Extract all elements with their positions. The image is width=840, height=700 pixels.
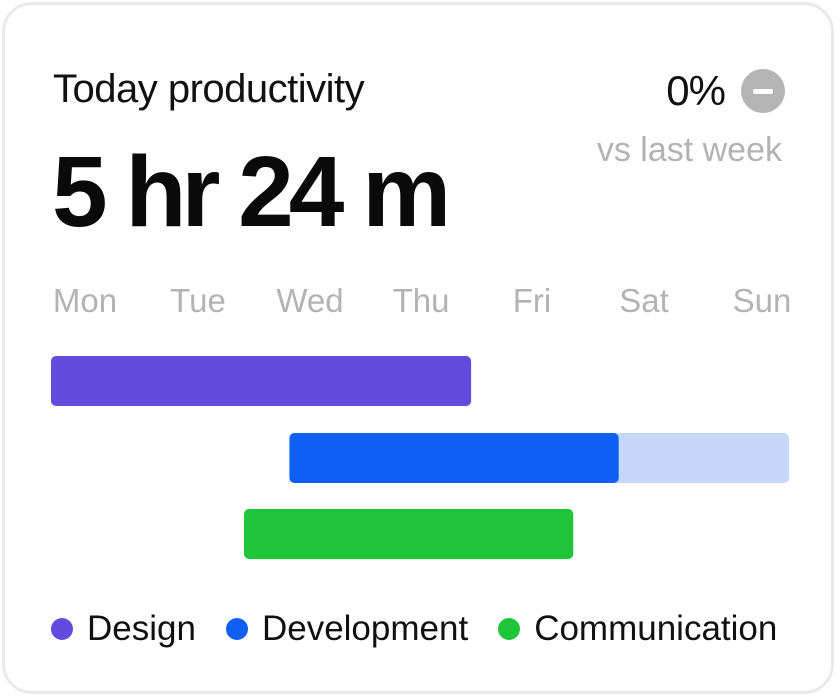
legend-label-communication: Communication: [534, 609, 778, 648]
legend-dot-design: [51, 618, 73, 640]
legend-label-design: Design: [87, 609, 196, 648]
chart-legend: Design Development Communication: [51, 608, 777, 650]
day-label-sun: Sun: [733, 282, 792, 319]
bar-design: [51, 356, 472, 406]
legend-item-design: Design: [51, 608, 196, 650]
legend-label-development: Development: [261, 609, 469, 648]
day-label-fri: Fri: [513, 282, 551, 319]
day-label-mon: Mon: [53, 282, 117, 319]
day-label-wed: Wed: [276, 282, 343, 319]
legend-dot-development: [225, 618, 248, 640]
day-label-tue: Tue: [170, 282, 226, 319]
bar-development: [289, 433, 619, 483]
legend-item-communication: Communication: [498, 608, 777, 650]
productivity-timeline-chart: Mon Tue Wed Thu Fri Sat Sun: [51, 282, 792, 559]
day-label-thu: Thu: [393, 282, 450, 319]
legend-item-development: Development: [225, 608, 469, 650]
bar-communication: [244, 509, 574, 559]
legend-dot-communication: [498, 618, 521, 640]
day-label-sat: Sat: [619, 282, 669, 319]
